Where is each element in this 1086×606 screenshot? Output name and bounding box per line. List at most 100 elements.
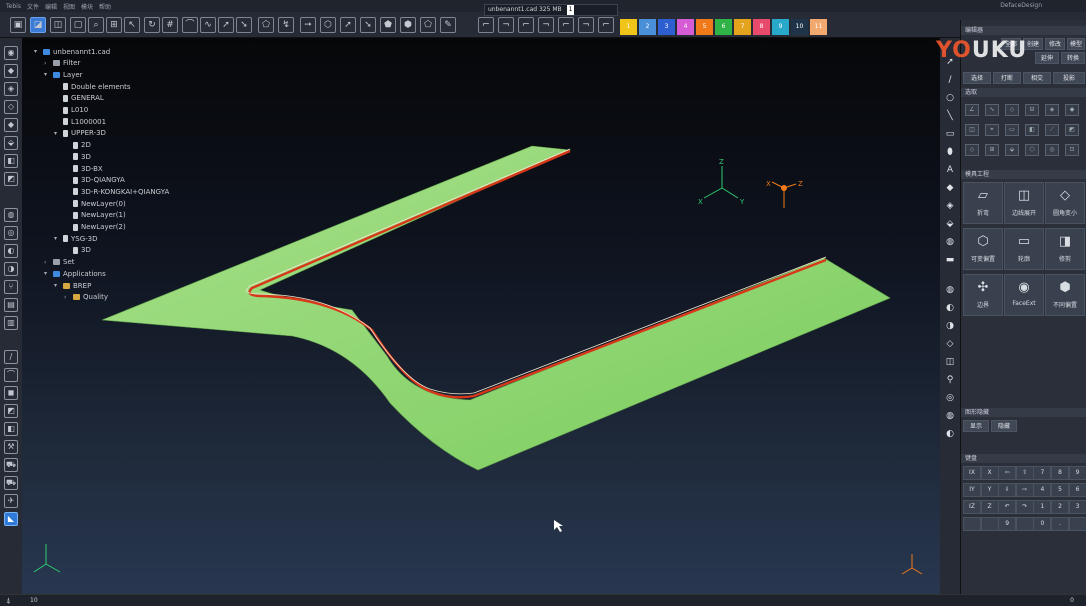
corner-icon[interactable]: ⌐ bbox=[478, 17, 494, 33]
edit-button[interactable]: 投影 bbox=[1053, 72, 1085, 84]
select-tool-icon[interactable]: ⊟ bbox=[1025, 104, 1039, 116]
hide-button[interactable]: 隐藏 bbox=[991, 420, 1017, 432]
box-icon[interactable]: ◫ bbox=[943, 356, 957, 369]
surface-tool-button[interactable]: ◨ 修剪 bbox=[1045, 228, 1085, 270]
select-tool-icon[interactable]: ⌖ bbox=[985, 124, 999, 136]
corner-6-icon[interactable]: ¬ bbox=[578, 17, 594, 33]
corner-5-icon[interactable]: ⌐ bbox=[558, 17, 574, 33]
pointer-4-icon[interactable]: ➘ bbox=[360, 17, 376, 33]
stack-2-icon[interactable]: ◐ bbox=[943, 302, 957, 315]
zoom-icon[interactable]: ⌕ bbox=[88, 17, 104, 33]
select-tool-icon[interactable]: ◈ bbox=[1045, 104, 1059, 116]
arrow-icon[interactable]: ➙ bbox=[300, 17, 316, 33]
loop-icon[interactable]: ↯ bbox=[278, 17, 294, 33]
tree-item[interactable]: 3D-QIANGYA bbox=[64, 175, 125, 186]
color-swatch[interactable]: 11 bbox=[810, 19, 827, 35]
keypad-key[interactable] bbox=[1015, 517, 1034, 531]
surface-tool-button[interactable]: ▭ 轮廓 bbox=[1004, 228, 1044, 270]
stack-2-icon[interactable]: ▥ bbox=[4, 316, 18, 330]
keypad-key[interactable]: . bbox=[1051, 517, 1069, 531]
frame-icon[interactable]: ▣ bbox=[10, 17, 26, 33]
cube-icon[interactable]: ◫ bbox=[50, 17, 66, 33]
arc-icon[interactable]: ⌒ bbox=[4, 368, 18, 382]
surface-tool-button[interactable]: ⬡ 可变偏置 bbox=[963, 228, 1003, 270]
surface-icon[interactable]: ⬠ bbox=[258, 17, 274, 33]
pointer-3-icon[interactable]: ➚ bbox=[340, 17, 356, 33]
keypad-key[interactable]: 9 bbox=[1068, 466, 1086, 480]
select-tool-icon[interactable]: ◇ bbox=[965, 144, 979, 156]
keypad-key[interactable]: 5 bbox=[1051, 483, 1069, 497]
tree-item[interactable]: NewLayer(2) bbox=[64, 222, 126, 233]
keypad-key[interactable]: IY bbox=[963, 483, 981, 497]
keypad-key[interactable] bbox=[1068, 517, 1086, 531]
color-swatch[interactable]: 2 bbox=[639, 19, 656, 35]
keypad-header[interactable]: 键盘 bbox=[961, 454, 1086, 463]
tree-item[interactable]: ▾ BREP bbox=[54, 280, 91, 291]
expand-arrow-icon[interactable]: ▾ bbox=[54, 130, 61, 137]
expand-arrow-icon[interactable]: › bbox=[44, 60, 51, 67]
tree-item[interactable]: 3D bbox=[64, 151, 91, 162]
tag-icon[interactable]: ◇ bbox=[4, 100, 18, 114]
car-icon[interactable]: ⛟ bbox=[4, 458, 18, 472]
select-tool-icon[interactable]: ◇ bbox=[1005, 104, 1019, 116]
text-icon[interactable]: A bbox=[943, 164, 957, 177]
solid-icon[interactable]: ◼ bbox=[4, 386, 18, 400]
ruler-icon[interactable]: ▬ bbox=[943, 254, 957, 267]
select-tool-icon[interactable]: ∠ bbox=[965, 104, 979, 116]
pin-icon[interactable]: ◈ bbox=[4, 82, 18, 96]
display-header[interactable]: 图形隐藏 bbox=[961, 408, 1086, 417]
corner-7-icon[interactable]: ⌐ bbox=[598, 17, 614, 33]
tree-item[interactable]: NewLayer(1) bbox=[64, 210, 126, 221]
expand-arrow-icon[interactable]: ▾ bbox=[54, 282, 61, 289]
tree-item[interactable]: 3D-R-KONGKAI+QIANGYA bbox=[64, 186, 169, 197]
tree-item[interactable]: ▾ YSG-3D bbox=[54, 233, 98, 244]
keypad-key[interactable]: ↶ bbox=[998, 500, 1017, 514]
model-canvas[interactable]: Z X Y XZ bbox=[22, 38, 940, 594]
tree-item[interactable]: ▾ UPPER-3D bbox=[54, 128, 106, 139]
wrench-icon[interactable]: ⚒ bbox=[4, 440, 18, 454]
stack-icon[interactable]: ◍ bbox=[943, 284, 957, 297]
tree-item[interactable]: GENERAL bbox=[54, 93, 104, 104]
edit-button[interactable]: 选择 bbox=[963, 72, 991, 84]
keypad-key[interactable]: 4 bbox=[1033, 483, 1052, 497]
cup-icon[interactable]: ◍ bbox=[4, 208, 18, 222]
pointer-2-icon[interactable]: ➘ bbox=[236, 17, 252, 33]
edit-button[interactable]: 打断 bbox=[993, 72, 1021, 84]
expand-arrow-icon[interactable]: › bbox=[64, 294, 71, 301]
keypad-key[interactable]: 2 bbox=[1051, 500, 1069, 514]
stack-3-icon[interactable]: ◑ bbox=[943, 320, 957, 333]
corner-3-icon[interactable]: ⌐ bbox=[518, 17, 534, 33]
pointer-icon[interactable]: ➚ bbox=[218, 17, 234, 33]
select-tool-icon[interactable]: ⬡ bbox=[1025, 144, 1039, 156]
menu-item[interactable]: 文件 bbox=[27, 2, 39, 11]
surface-tool-button[interactable]: ◇ 圆角变小 bbox=[1045, 182, 1085, 224]
select-tool-icon[interactable]: ⟋ bbox=[1045, 124, 1059, 136]
color-swatch[interactable]: 9 bbox=[772, 19, 789, 35]
color-swatch[interactable]: 6 bbox=[715, 19, 732, 35]
select-tool-icon[interactable]: ⬙ bbox=[1005, 144, 1019, 156]
select-tool-icon[interactable]: ∿ bbox=[985, 104, 999, 116]
tree-item[interactable]: Double elements bbox=[54, 81, 131, 92]
expand-arrow-icon[interactable]: ▾ bbox=[44, 71, 51, 78]
select-tool-icon[interactable]: ◆ bbox=[1065, 104, 1079, 116]
3d-viewport[interactable]: Z X Y XZ bbox=[22, 38, 940, 594]
select-tool-icon[interactable]: ◫ bbox=[965, 124, 979, 136]
menu-item[interactable]: 帮助 bbox=[99, 2, 111, 11]
keypad-key[interactable]: Y bbox=[980, 483, 999, 497]
select-tool-icon[interactable]: ▭ bbox=[1005, 124, 1019, 136]
color-swatch[interactable]: 4 bbox=[677, 19, 694, 35]
solid-2-icon[interactable]: ◩ bbox=[4, 404, 18, 418]
shape-icon[interactable]: ⬙ bbox=[4, 136, 18, 150]
select-tool-icon[interactable]: ◧ bbox=[1025, 124, 1039, 136]
select-tool-icon[interactable]: ⊡ bbox=[1065, 144, 1079, 156]
edit-tab[interactable]: 修改 bbox=[1045, 38, 1065, 50]
tree-item[interactable]: ▾ Layer bbox=[44, 69, 83, 80]
tree-item[interactable]: ▾ unbenannt1.cad bbox=[34, 46, 110, 57]
keypad-key[interactable]: ⇦ bbox=[998, 466, 1017, 480]
surface-tool-button[interactable]: ⬢ 不同偏置 bbox=[1045, 274, 1085, 316]
keypad-key[interactable] bbox=[963, 517, 981, 531]
circle-icon[interactable]: ○ bbox=[943, 92, 957, 105]
keypad-key[interactable]: 7 bbox=[1033, 466, 1052, 480]
keypad-key[interactable]: 3 bbox=[1068, 500, 1086, 514]
shape-icon[interactable]: ⬡ bbox=[320, 17, 336, 33]
